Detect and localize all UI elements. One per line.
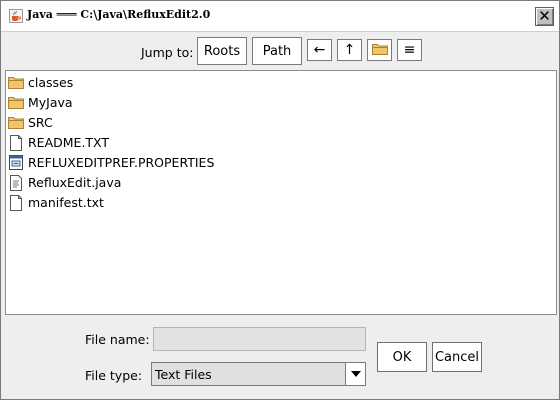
- file-name: MyJava: [28, 95, 73, 110]
- list-item-readme[interactable]: README.TXT: [7, 133, 109, 152]
- properties-file-icon: [7, 154, 25, 171]
- ok-button-label: OK: [392, 349, 412, 365]
- file-type-label: File type:: [85, 368, 143, 383]
- title-bar[interactable]: Java ═══ C:\Java\RefluxEdit2.0 ✕: [1, 1, 559, 32]
- roots-button-label: Roots: [203, 43, 241, 59]
- folder-icon: [7, 74, 25, 91]
- list-item-myjava[interactable]: MyJava: [7, 93, 73, 112]
- ok-button[interactable]: OK: [377, 342, 427, 372]
- file-name-label: File name:: [85, 332, 150, 347]
- list-item-src[interactable]: SRC: [7, 113, 53, 132]
- jump-to-label: Jump to:: [141, 45, 194, 60]
- details-view-button[interactable]: ≡: [397, 39, 422, 61]
- cancel-button[interactable]: Cancel: [432, 342, 482, 372]
- document-icon: [7, 194, 25, 211]
- folder-icon: [7, 94, 25, 111]
- file-name: SRC: [28, 115, 53, 130]
- new-folder-button[interactable]: [367, 39, 392, 61]
- window-title: Java ═══ C:\Java\RefluxEdit2.0: [27, 8, 211, 21]
- file-name: manifest.txt: [28, 195, 104, 210]
- jump-to-toolbar: Jump to: Roots Path ← ↑ ≡: [1, 37, 559, 67]
- file-list[interactable]: classes MyJava SRC README.TXT REFLUXEDIT…: [5, 70, 557, 315]
- file-name: README.TXT: [28, 135, 110, 150]
- file-dialog-window: Java ═══ C:\Java\RefluxEdit2.0 ✕ Jump to…: [0, 0, 560, 400]
- folder-icon: [7, 114, 25, 131]
- up-arrow-icon: ↑: [343, 42, 356, 58]
- list-item-properties[interactable]: REFLUXEDITPREF.PROPERTIES: [7, 153, 214, 172]
- document-icon: [7, 134, 25, 151]
- menu-icon: ≡: [403, 42, 416, 58]
- file-name: REFLUXEDITPREF.PROPERTIES: [28, 155, 215, 170]
- path-button-label: Path: [262, 43, 292, 59]
- file-name: RefluxEdit.java: [28, 175, 122, 190]
- chevron-down-icon[interactable]: [345, 363, 365, 385]
- roots-button[interactable]: Roots: [197, 37, 247, 65]
- up-button[interactable]: ↑: [337, 39, 362, 61]
- path-button[interactable]: Path: [252, 37, 302, 65]
- java-file-icon: [7, 174, 25, 191]
- file-name-input[interactable]: [153, 327, 366, 351]
- list-item-refluxedit-java[interactable]: RefluxEdit.java: [7, 173, 121, 192]
- close-button[interactable]: ✕: [535, 7, 554, 26]
- back-button[interactable]: ←: [307, 39, 332, 61]
- cancel-button-label: Cancel: [434, 349, 480, 365]
- file-type-value: Text Files: [155, 367, 212, 382]
- close-icon: ✕: [538, 7, 551, 25]
- back-arrow-icon: ←: [313, 42, 326, 58]
- file-type-select[interactable]: Text Files: [151, 362, 366, 386]
- folder-icon: [371, 42, 388, 59]
- list-item-manifest[interactable]: manifest.txt: [7, 193, 104, 212]
- java-cup-icon: [9, 9, 23, 23]
- file-name: classes: [28, 75, 74, 90]
- list-item-classes[interactable]: classes: [7, 73, 73, 92]
